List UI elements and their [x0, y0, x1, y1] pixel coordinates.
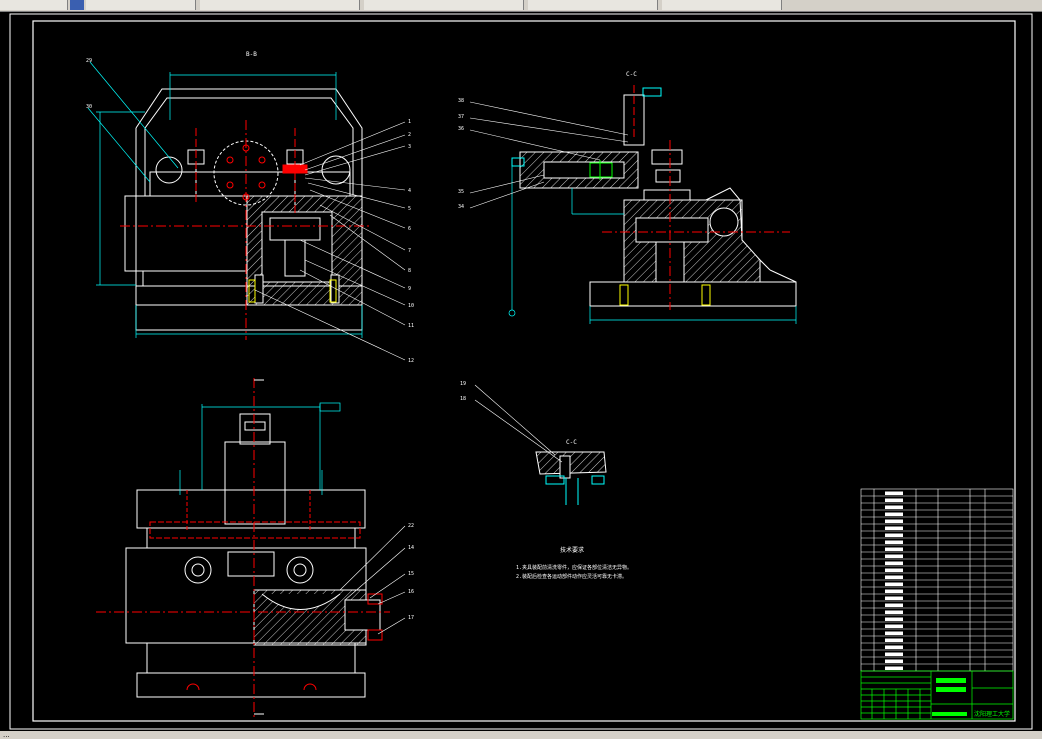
detail-balloon-labels: 19 18: [460, 381, 466, 402]
parts-list-name-cell: [885, 666, 903, 670]
document-tab[interactable]: [200, 0, 360, 10]
balloon-label: 36: [458, 126, 464, 132]
balloon-label: 8: [408, 268, 411, 274]
balloon-label: 35: [458, 189, 464, 195]
balloon-label: 17: [408, 615, 414, 621]
document-tab[interactable]: [86, 0, 196, 10]
balloon-label: 9: [408, 286, 411, 292]
parts-list-name-cell: [885, 540, 903, 544]
tech-req-title: 技术要求: [560, 546, 584, 554]
parts-list-name-cell: [885, 617, 903, 621]
title-block: 沈阳理工大学: [860, 670, 1014, 720]
balloon-label: 15: [408, 571, 414, 577]
document-tab[interactable]: [364, 0, 524, 10]
balloon-label: 2: [408, 132, 411, 138]
technical-requirements: 技术要求 1.夹具装配前清洗零件，应保证各部位清洁无异物。 2.装配后检查各运动…: [516, 546, 632, 580]
parts-list-name-cell: [885, 554, 903, 558]
balloon-label: 38: [458, 98, 464, 104]
parts-list-name-cell: [885, 652, 903, 656]
side-balloon-labels: 38 37 36 35 34: [458, 98, 464, 210]
parts-list-name-cell: [885, 526, 903, 530]
parts-list-name-cell: [885, 582, 903, 586]
plan-balloon-labels: 22 14 15 16 17: [408, 523, 414, 621]
balloon-label: 19: [460, 381, 466, 387]
parts-list-name-cell: [885, 596, 903, 600]
drawing-file-icon[interactable]: [70, 0, 84, 10]
balloon-label: 1: [408, 119, 411, 125]
balloon-label: 34: [458, 204, 464, 210]
balloon-label: 4: [408, 188, 411, 194]
plan-dimensions: [179, 402, 341, 495]
parts-list-name-cell: [885, 624, 903, 628]
balloon-label: 16: [408, 589, 414, 595]
parts-list-name-cell: [885, 659, 903, 663]
parts-list-name-cell: [885, 547, 903, 551]
balloon-label: 12: [408, 358, 414, 364]
plan-view: [96, 378, 406, 718]
balloon-label: 22: [408, 523, 414, 529]
side-view-title: C-C: [626, 71, 637, 78]
parts-list-name-cell: [885, 610, 903, 614]
status-bar: ...: [0, 731, 1042, 739]
parts-list-name-cell: [885, 505, 903, 509]
side-view: C-C: [469, 71, 797, 324]
parts-list-name-cell: [885, 568, 903, 572]
parts-list-name-cell: [885, 575, 903, 579]
balloon-label: 3: [408, 144, 411, 150]
balloon-label: 29: [86, 58, 92, 64]
document-tab[interactable]: [662, 0, 782, 10]
parts-list-name-cell: [885, 561, 903, 565]
detail-view: C-C: [474, 384, 607, 505]
balloon-label: 7: [408, 248, 411, 254]
balloon-label: 30: [86, 104, 92, 110]
detail-view-title: C-C: [566, 439, 577, 446]
title-block-company: 沈阳理工大学: [974, 710, 1010, 718]
parts-list-name-cell: [885, 519, 903, 523]
balloon-label: 37: [458, 114, 464, 120]
balloon-label: 11: [408, 323, 414, 329]
cad-drawing-canvas[interactable]: B-B 29 30 1 2 3 4 5 6 7 8 9 10 11 12 C-C…: [0, 11, 1042, 731]
parts-list-name-cell: [885, 533, 903, 537]
parts-list-name-cell: [885, 645, 903, 649]
balloon-label: 5: [408, 206, 411, 212]
balloon-label: 10: [408, 303, 414, 309]
balloon-label: 18: [460, 396, 466, 402]
front-view: B-B: [87, 51, 406, 361]
parts-list-name-cell: [885, 589, 903, 593]
balloon-label: 14: [408, 545, 414, 551]
parts-list-name-cell: [885, 491, 903, 495]
document-tab[interactable]: [528, 0, 658, 10]
parts-list-name-cell: [885, 631, 903, 635]
balloon-label: 6: [408, 226, 411, 232]
parts-list-name-cell: [885, 603, 903, 607]
parts-list-name-cell: [885, 512, 903, 516]
document-tab[interactable]: [0, 0, 68, 10]
tech-req-line: 1.夹具装配前清洗零件，应保证各部位清洁无异物。: [516, 564, 632, 571]
front-view-title: B-B: [246, 51, 257, 58]
parts-list-name-cell: [885, 498, 903, 502]
tech-req-line: 2.装配后检查各运动部件动作应灵活可靠无卡滞。: [516, 573, 627, 580]
parts-list: [860, 488, 1014, 672]
parts-list-name-cell: [885, 638, 903, 642]
